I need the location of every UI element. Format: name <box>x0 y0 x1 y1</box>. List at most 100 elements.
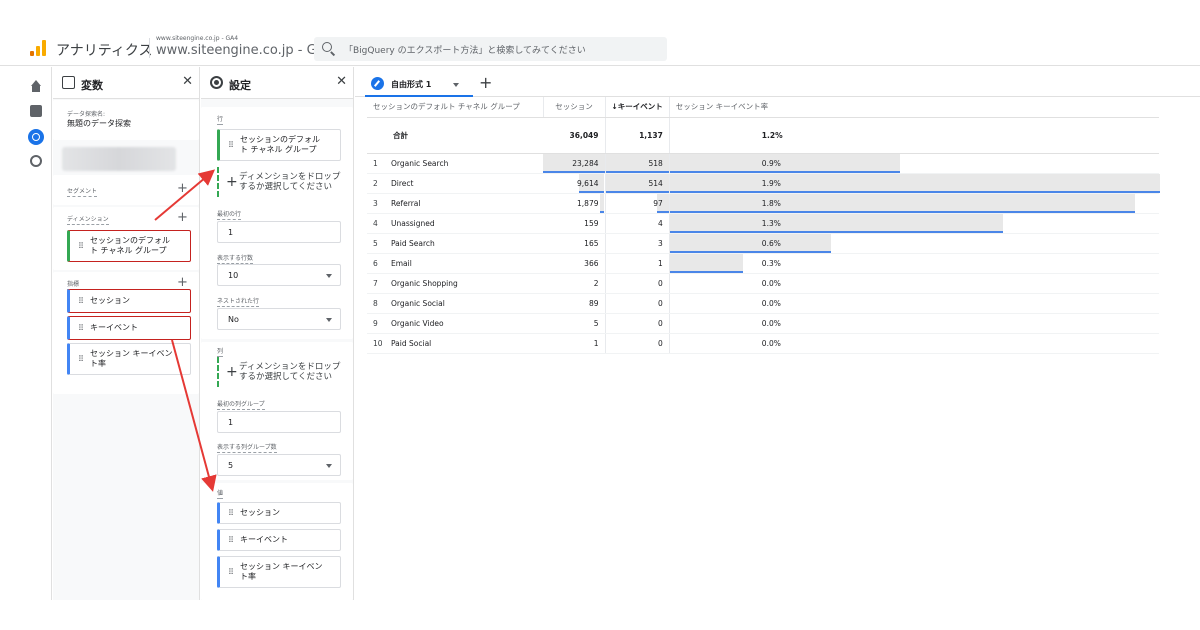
rows-drop-zone[interactable]: + ディメンションをドロップ するか選択してください <box>217 167 341 197</box>
cell-value: 366 <box>584 258 599 268</box>
rows-chip-channel-group[interactable]: ⠿ セッションのデフォル ト チャネル グループ <box>217 129 341 161</box>
add-tab-button[interactable]: + <box>479 73 492 92</box>
key-events-cell: 0 <box>605 293 670 314</box>
value-chip-key-events[interactable]: ⠿ キーイベント <box>217 529 341 551</box>
table-row[interactable]: 5 Paid Search 165 3 0.6% <box>367 233 1160 254</box>
sessions-cell: 9,614 <box>543 173 606 194</box>
key-events-cell: 4 <box>605 213 670 234</box>
channel-name: Referral <box>391 198 421 208</box>
drag-handle-icon[interactable]: ⠿ <box>228 141 234 150</box>
cell-value: 0 <box>658 298 663 308</box>
value-chip-sessions[interactable]: ⠿ セッション <box>217 502 341 524</box>
cell-value: 2 <box>593 278 599 288</box>
table-row[interactable]: 7 Organic Shopping 2 0 0.0% <box>367 273 1160 294</box>
sessions-cell: 2 <box>543 273 606 294</box>
sessions-cell: 366 <box>543 253 606 274</box>
settings-header: 設定 ✕ <box>201 67 353 99</box>
nested-rows-select[interactable]: No <box>217 308 341 330</box>
cell-value: 1,879 <box>577 198 599 208</box>
cell-value: 0.3% <box>761 258 781 268</box>
table-row[interactable]: 3 Referral 1,879 97 1.8% <box>367 193 1160 214</box>
column-header-key-event-rate[interactable]: セッション キーイベント率 <box>669 97 1160 118</box>
channel-name: Organic Search <box>391 158 449 168</box>
table-row[interactable]: 8 Organic Social 89 0 0.0% <box>367 293 1160 314</box>
exploration-name-card[interactable]: データ探索名: 無題のデータ探索 <box>53 100 199 140</box>
row-index: 2 <box>373 178 378 188</box>
channel-name: Organic Social <box>391 298 445 308</box>
rows-drop-text: ディメンションをドロップ するか選択してください <box>239 172 341 192</box>
table-row[interactable]: 4 Unassigned 159 4 1.3% <box>367 213 1160 234</box>
column-header-sessions[interactable]: セッション <box>543 97 606 118</box>
drag-handle-icon[interactable]: ⠿ <box>78 324 84 333</box>
key-event-rate-cell: 0.0% <box>669 333 1160 354</box>
show-column-groups-select[interactable]: 5 <box>217 454 341 476</box>
channel-name: Paid Search <box>391 238 435 248</box>
home-icon[interactable] <box>29 80 43 94</box>
key-events-cell: 1 <box>605 253 670 274</box>
column-header-channel-group[interactable]: セッションのデフォルト チャネル グループ <box>367 97 544 118</box>
property-selector[interactable]: www.siteengine.co.jp - GA4 <box>156 43 334 58</box>
drag-handle-icon[interactable]: ⠿ <box>78 242 84 251</box>
date-range-selector[interactable] <box>62 147 176 171</box>
reports-icon[interactable] <box>30 105 42 117</box>
drag-handle-icon[interactable]: ⠿ <box>78 297 84 306</box>
chevron-down-icon[interactable] <box>453 83 459 87</box>
metric-chip-key-event-rate[interactable]: ⠿ セッション キーイベン ト率 <box>67 343 191 375</box>
pencil-icon[interactable] <box>371 77 384 90</box>
value-chip-key-event-rate[interactable]: ⠿ セッション キーイベン ト率 <box>217 556 341 588</box>
total-key-event-rate: 1.2% <box>669 117 1160 154</box>
dimension-chip-channel-group[interactable]: ⠿ セッションのデフォル ト チャネル グループ <box>67 230 191 262</box>
exploration-name-value[interactable]: 無題のデータ探索 <box>67 118 131 129</box>
key-events-cell: 3 <box>605 233 670 254</box>
advertising-icon[interactable] <box>30 155 42 167</box>
search-icon <box>322 42 332 52</box>
search-input[interactable]: 「BigQuery のエクスポート方法」と検索してみてください <box>314 37 667 61</box>
key-event-rate-cell: 0.0% <box>669 273 1160 294</box>
channel-name: Email <box>391 258 412 268</box>
settings-panel: 設定 ✕ 行 ⠿ セッションのデフォル ト チャネル グループ + ディメンショ… <box>201 67 354 600</box>
drag-handle-icon[interactable]: ⠿ <box>78 355 84 364</box>
channel-cell: 4 Unassigned <box>367 213 543 234</box>
analytics-logo-icon[interactable] <box>30 40 46 56</box>
table-row[interactable]: 10 Paid Social 1 0 0.0% <box>367 333 1160 354</box>
column-header-key-events[interactable]: ↓キーイベント <box>605 97 670 118</box>
table-row[interactable]: 6 Email 366 1 0.3% <box>367 253 1160 274</box>
key-event-rate-cell: 0.0% <box>669 293 1160 314</box>
drag-handle-icon[interactable]: ⠿ <box>228 568 234 577</box>
cell-value: 0.6% <box>761 238 781 248</box>
heatmap-bar <box>669 173 1160 193</box>
metric-chip-key-events[interactable]: ⠿ キーイベント <box>67 316 191 340</box>
explore-icon[interactable] <box>28 129 44 145</box>
drag-handle-icon[interactable]: ⠿ <box>228 536 234 545</box>
drag-handle-icon[interactable]: ⠿ <box>228 509 234 518</box>
channel-cell: 10 Paid Social <box>367 333 543 354</box>
close-settings-button[interactable]: ✕ <box>336 75 347 89</box>
show-rows-select[interactable]: 10 <box>217 264 341 286</box>
heatmap-bar <box>599 193 605 213</box>
first-row-input[interactable]: 1 <box>217 221 341 243</box>
key-event-rate-cell: 0.9% <box>669 153 1160 174</box>
nav-rail <box>22 67 52 600</box>
cell-value: 3 <box>658 238 663 248</box>
channel-cell: 7 Organic Shopping <box>367 273 543 294</box>
cell-value: 0 <box>658 318 663 328</box>
metric-chip-sessions[interactable]: ⠿ セッション <box>67 289 191 313</box>
table-row[interactable]: 2 Direct 9,614 514 1.9% <box>367 173 1160 194</box>
add-metric-button[interactable]: + <box>177 276 188 289</box>
first-column-group-label: 最初の列グループ <box>217 401 265 410</box>
first-column-group-input[interactable]: 1 <box>217 411 341 433</box>
row-index: 7 <box>373 278 378 288</box>
variables-header: 変数 ✕ <box>53 67 199 99</box>
key-events-cell: 0 <box>605 273 670 294</box>
rows-label: 行 <box>217 116 224 125</box>
tab-freeform-1[interactable]: 自由形式 1 <box>365 74 473 97</box>
add-segment-button[interactable]: + <box>177 182 188 195</box>
account-path[interactable]: www.siteengine.co.jp - GA4 <box>156 35 238 42</box>
close-variables-button[interactable]: ✕ <box>182 75 193 89</box>
columns-drop-zone[interactable]: + ディメンションをドロップ するか選択してください <box>217 357 341 387</box>
chevron-down-icon <box>326 274 332 278</box>
dimensions-label: ディメンション <box>67 216 109 225</box>
table-row[interactable]: 9 Organic Video 5 0 0.0% <box>367 313 1160 334</box>
table-row[interactable]: 1 Organic Search 23,284 518 0.9% <box>367 153 1160 174</box>
add-dimension-button[interactable]: + <box>177 211 188 224</box>
